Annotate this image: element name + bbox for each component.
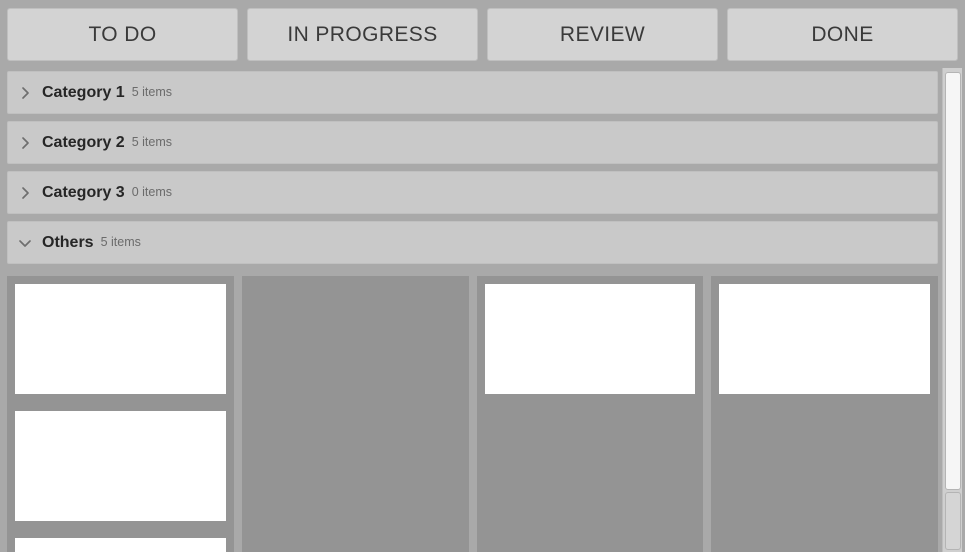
chevron-down-icon <box>8 236 42 249</box>
category-item-count: 5 items <box>131 135 172 150</box>
card-item[interactable] <box>15 411 226 521</box>
tab-done[interactable]: DONE <box>727 7 958 61</box>
board-column-1[interactable] <box>7 276 234 552</box>
tab-review[interactable]: REVIEW <box>487 7 718 61</box>
card-item[interactable] <box>719 284 930 394</box>
category-item-count: 5 items <box>131 85 172 100</box>
card-item[interactable] <box>484 284 696 394</box>
vertical-scrollbar[interactable] <box>942 68 962 552</box>
board-columns <box>7 276 938 552</box>
tab-in-progress[interactable]: IN PROGRESS <box>247 7 478 61</box>
card-item[interactable] <box>15 284 226 394</box>
category-title: Category 3 <box>42 183 125 201</box>
category-title: Others <box>42 233 94 251</box>
tab-in-progress-label: IN PROGRESS <box>287 22 438 46</box>
tab-review-label: REVIEW <box>559 22 646 46</box>
category-row-category-3[interactable]: Category 3 0 items <box>7 171 938 214</box>
category-title: Category 1 <box>42 83 125 101</box>
tab-todo[interactable]: TO DO <box>7 7 238 61</box>
category-item-count: 5 items <box>100 235 141 250</box>
category-title: Category 2 <box>42 133 125 151</box>
board-column-4[interactable] <box>711 276 938 552</box>
category-row-category-2[interactable]: Category 2 5 items <box>7 121 938 164</box>
tab-todo-label: TO DO <box>88 22 157 46</box>
category-row-category-1[interactable]: Category 1 5 items <box>7 71 938 114</box>
board-column-2[interactable] <box>241 276 469 552</box>
category-row-others[interactable]: Others 5 items <box>7 221 938 264</box>
card-item[interactable] <box>15 538 226 552</box>
chevron-right-icon <box>8 85 42 101</box>
scrollbar-track-lower[interactable] <box>945 492 961 550</box>
scrollbar-thumb[interactable] <box>945 72 961 490</box>
category-list: Category 1 5 items Category 2 5 items Ca… <box>7 71 938 271</box>
category-item-count: 0 items <box>131 185 172 200</box>
status-tab-bar: TO DO IN PROGRESS REVIEW DONE <box>0 0 965 68</box>
chevron-right-icon <box>8 135 42 151</box>
board-column-3[interactable] <box>476 276 704 552</box>
chevron-right-icon <box>8 185 42 201</box>
kanban-board-app: TO DO IN PROGRESS REVIEW DONE Category 1… <box>0 0 965 552</box>
tab-done-label: DONE <box>811 22 874 46</box>
